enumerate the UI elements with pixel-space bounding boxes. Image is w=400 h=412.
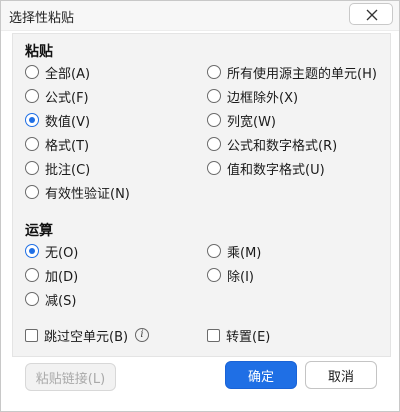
operation-option-none[interactable]: 无(O) xyxy=(25,241,78,261)
paste-option-values[interactable]: 数值(V) xyxy=(25,110,90,130)
operation-section-title: 运算 xyxy=(25,223,53,239)
title-bar: 选择性粘贴 xyxy=(1,1,399,31)
radio-validation[interactable] xyxy=(25,185,39,199)
radio-formulas[interactable] xyxy=(25,89,39,103)
skip-blanks-checkbox[interactable]: 跳过空单元(B) xyxy=(25,325,128,345)
radio-column-widths[interactable] xyxy=(207,113,221,127)
info-icon[interactable]: i xyxy=(135,328,149,342)
radio-all[interactable] xyxy=(25,65,39,79)
operation-option-add[interactable]: 加(D) xyxy=(25,265,78,285)
radio-subtract[interactable] xyxy=(25,292,39,306)
paste-option-comments[interactable]: 批注(C) xyxy=(25,158,90,178)
paste-option-formats[interactable]: 格式(T) xyxy=(25,134,89,154)
paste-link-button: 粘贴链接(L) xyxy=(25,363,116,391)
radio-source-theme[interactable] xyxy=(207,65,221,79)
transpose-checkbox[interactable]: 转置(E) xyxy=(207,325,270,345)
operation-option-subtract[interactable]: 减(S) xyxy=(25,289,76,309)
radio-multiply[interactable] xyxy=(207,244,221,258)
paste-section-title: 粘贴 xyxy=(25,44,53,60)
paste-option-validation[interactable]: 有效性验证(N) xyxy=(25,182,130,202)
radio-none[interactable] xyxy=(25,244,39,258)
paste-option-except-borders[interactable]: 边框除外(X) xyxy=(207,86,298,106)
radio-add[interactable] xyxy=(25,268,39,282)
radio-divide[interactable] xyxy=(207,268,221,282)
paste-option-formulas[interactable]: 公式(F) xyxy=(25,86,89,106)
paste-option-values-number-formats[interactable]: 值和数字格式(U) xyxy=(207,158,325,178)
radio-comments[interactable] xyxy=(25,161,39,175)
close-button[interactable] xyxy=(349,3,393,25)
dialog-title: 选择性粘贴 xyxy=(9,11,75,26)
radio-values-number-formats[interactable] xyxy=(207,161,221,175)
radio-except-borders[interactable] xyxy=(207,89,221,103)
paste-option-source-theme[interactable]: 所有使用源主题的单元(H) xyxy=(207,62,377,82)
operation-option-multiply[interactable]: 乘(M) xyxy=(207,241,261,261)
paste-option-formulas-number-formats[interactable]: 公式和数字格式(R) xyxy=(207,134,337,154)
paste-option-column-widths[interactable]: 列宽(W) xyxy=(207,110,276,130)
operation-option-divide[interactable]: 除(I) xyxy=(207,265,254,285)
paste-option-all[interactable]: 全部(A) xyxy=(25,62,90,82)
skip-blanks-box[interactable] xyxy=(25,328,38,342)
close-icon xyxy=(366,9,378,21)
radio-formats[interactable] xyxy=(25,137,39,151)
ok-button[interactable]: 确定 xyxy=(225,361,297,389)
radio-values[interactable] xyxy=(25,113,39,127)
radio-formulas-number-formats[interactable] xyxy=(207,137,221,151)
cancel-button[interactable]: 取消 xyxy=(305,361,377,389)
transpose-box[interactable] xyxy=(207,328,220,342)
paste-special-dialog: 选择性粘贴 粘贴 全部(A) 公式(F) 数值(V) 格式(T) 批注(C) 有… xyxy=(0,0,400,412)
